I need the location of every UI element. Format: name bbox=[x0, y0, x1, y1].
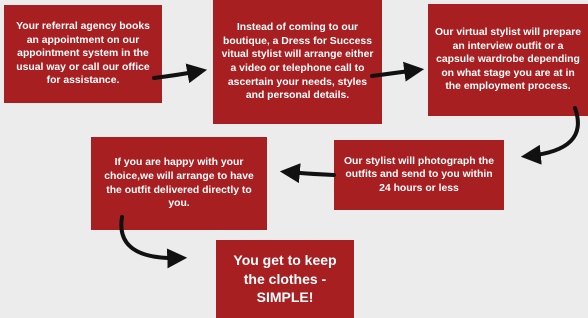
arrow-2-to-3 bbox=[370, 61, 425, 82]
arrow-5-to-6 bbox=[119, 215, 188, 269]
arrow-1-to-2 bbox=[152, 63, 208, 84]
flow-arrows bbox=[119, 61, 580, 269]
arrow-4-to-5 bbox=[279, 163, 336, 184]
arrow-3-to-4 bbox=[520, 106, 580, 165]
